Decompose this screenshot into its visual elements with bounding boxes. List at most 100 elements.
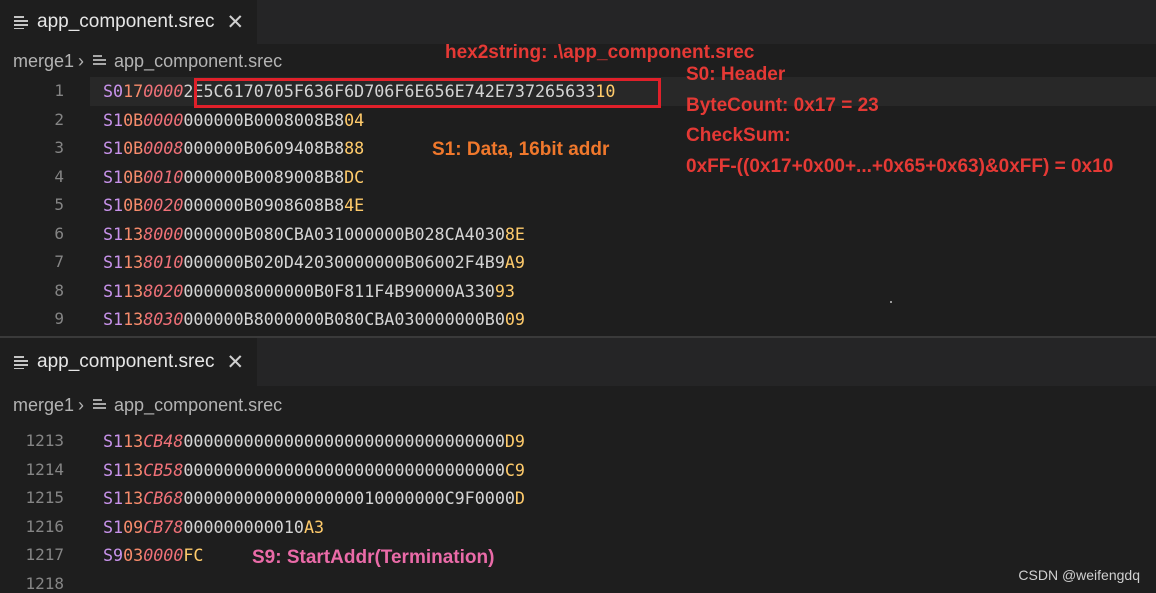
record-address: CB58 [143, 459, 184, 480]
line-number: 1217 [25, 545, 64, 564]
code-line[interactable]: 8 S11380200000008000000B0F811F4B90000A330… [0, 277, 1156, 306]
byte-count: 13 [123, 280, 144, 301]
byte-count: 13 [123, 252, 144, 272]
record-type: S1 [103, 166, 124, 187]
code-line[interactable]: 5 S10B0020000000B0908608B84E [0, 191, 1156, 220]
code-editor[interactable]: 1213 S113CB480000000000000000000000000000… [0, 427, 1156, 593]
byte-count: 13 [123, 431, 144, 451]
byte-count: 0B [123, 166, 144, 187]
breadcrumb-file[interactable]: app_component.srec [114, 395, 282, 416]
record-checksum: A3 [303, 516, 325, 537]
data-highlight-box [194, 78, 661, 108]
line-number: 1216 [25, 516, 64, 536]
chevron-right-icon: › [78, 50, 85, 71]
record-type: S1 [103, 223, 124, 244]
line-number: 1215 [25, 488, 64, 507]
code-line[interactable]: 1214 S113CB580000000000000000000000000000… [0, 456, 1156, 485]
code-line[interactable]: 6 S1138000000000B080CBA031000000B028CA403… [0, 220, 1156, 249]
record-type: S1 [103, 516, 124, 537]
record-data: 00000000000000000010000000C9F0000 [183, 488, 515, 508]
breadcrumb-file[interactable]: app_component.srec [114, 51, 282, 72]
code-line[interactable]: 1218 [0, 570, 1156, 593]
record-address: 0008 [143, 138, 184, 158]
record-data: 000000B0908608B8 [183, 195, 345, 215]
record-checksum: 4E [344, 195, 365, 215]
record-type: S1 [103, 138, 124, 158]
record-checksum: C9 [504, 459, 525, 480]
annotation-checksum-formula: 0xFF-((0x17+0x00+...+0x65+0x63)&0xFF) = … [686, 156, 1114, 177]
annotation-s9-start: S9: StartAddr(Termination) [252, 547, 495, 568]
record-address: 8010 [143, 252, 184, 272]
record-type: S1 [103, 431, 124, 451]
tab-bar: app_component.srec ✕ [0, 338, 1156, 386]
breadcrumb-folder[interactable]: merge1 [13, 395, 74, 416]
record-type: S9 [103, 545, 124, 565]
record-data: 000000B0609408B8 [183, 138, 345, 158]
code-line[interactable]: 1215 S113CB6800000000000000000010000000C9… [0, 484, 1156, 513]
record-data: 000000000010 [183, 516, 304, 537]
line-number: 8 [54, 280, 64, 300]
line-number: 2 [54, 109, 64, 129]
file-lines-icon [93, 399, 107, 411]
record-checksum: 88 [344, 138, 365, 158]
record-data: 000000B080CBA031000000B028CA4030 [183, 223, 505, 244]
close-icon[interactable]: ✕ [226, 352, 244, 373]
record-address: 8000 [143, 223, 184, 244]
record-address: CB78 [143, 516, 184, 537]
record-address: 0000 [143, 81, 184, 101]
record-address: CB48 [143, 431, 184, 451]
code-line[interactable]: 1213 S113CB480000000000000000000000000000… [0, 427, 1156, 456]
byte-count: 09 [123, 516, 144, 537]
record-data: 00000000000000000000000000000000 [183, 459, 505, 480]
close-icon[interactable]: ✕ [226, 12, 244, 33]
byte-count: 13 [123, 459, 144, 480]
annotation-s0-header: S0: Header [686, 64, 786, 85]
code-line[interactable]: 1217 S9030000FC [0, 541, 1156, 570]
byte-count: 03 [123, 545, 144, 565]
file-lines-icon [14, 355, 28, 369]
line-number: 7 [54, 252, 64, 271]
editor-pane-top: app_component.srec ✕ merge1 › app_compon… [0, 0, 1156, 336]
tab-app-component[interactable]: app_component.srec ✕ [0, 0, 257, 44]
record-type: S1 [103, 488, 124, 508]
srec-record: S10B0000000000B0008008B804 [103, 106, 364, 135]
file-lines-icon [14, 15, 28, 29]
record-data: 0000008000000B0F811F4B90000A330 [183, 280, 495, 301]
code-line[interactable]: 1216 S109CB78000000000010A3 [0, 513, 1156, 542]
record-type: S1 [103, 109, 124, 130]
record-data: 00000000000000000000000000000000 [183, 431, 505, 451]
code-editor[interactable]: 1 S01700002E5C6170705F636F6D706F6E656E742… [0, 77, 1156, 334]
line-number: 5 [54, 195, 64, 214]
record-checksum: 09 [504, 309, 525, 329]
line-number: 9 [54, 309, 64, 328]
tab-label: app_component.srec [37, 351, 215, 372]
byte-count: 13 [123, 309, 144, 329]
byte-count: 13 [123, 488, 144, 508]
code-line[interactable]: 2 S10B0000000000B0008008B804 [0, 106, 1156, 135]
record-checksum: 8E [504, 223, 525, 244]
line-number: 6 [54, 223, 64, 243]
byte-count: 13 [123, 223, 144, 244]
srec-record: S1138000000000B080CBA031000000B028CA4030… [103, 220, 525, 249]
srec-record: S113CB6800000000000000000010000000C9F000… [103, 484, 525, 513]
code-line[interactable]: 7 S1138010000000B020D42030000000B06002F4B… [0, 248, 1156, 277]
srec-record: S10B0010000000B0089008B8DC [103, 163, 364, 192]
line-number: 1214 [25, 459, 64, 479]
line-number: 1213 [25, 431, 64, 450]
record-address: 0010 [143, 166, 184, 187]
annotation-bytecount: ByteCount: 0x17 = 23 [686, 95, 879, 116]
tab-app-component[interactable]: app_component.srec ✕ [0, 338, 257, 386]
byte-count: 0B [123, 138, 144, 158]
record-type: S1 [103, 459, 124, 480]
line-number: 1 [54, 81, 64, 100]
record-address: 0020 [143, 195, 184, 215]
breadcrumb-folder[interactable]: merge1 [13, 51, 74, 72]
record-address: 8020 [143, 280, 184, 301]
record-checksum: 04 [344, 109, 365, 130]
tab-bar: app_component.srec ✕ [0, 0, 1156, 44]
record-address: CB68 [143, 488, 184, 508]
code-line[interactable]: 9 S1138030000000B8000000B080CBA030000000B… [0, 305, 1156, 334]
srec-record: S1138030000000B8000000B080CBA030000000B0… [103, 305, 525, 334]
srec-record: S11380200000008000000B0F811F4B90000A3309… [103, 277, 515, 306]
record-type: S1 [103, 280, 124, 301]
